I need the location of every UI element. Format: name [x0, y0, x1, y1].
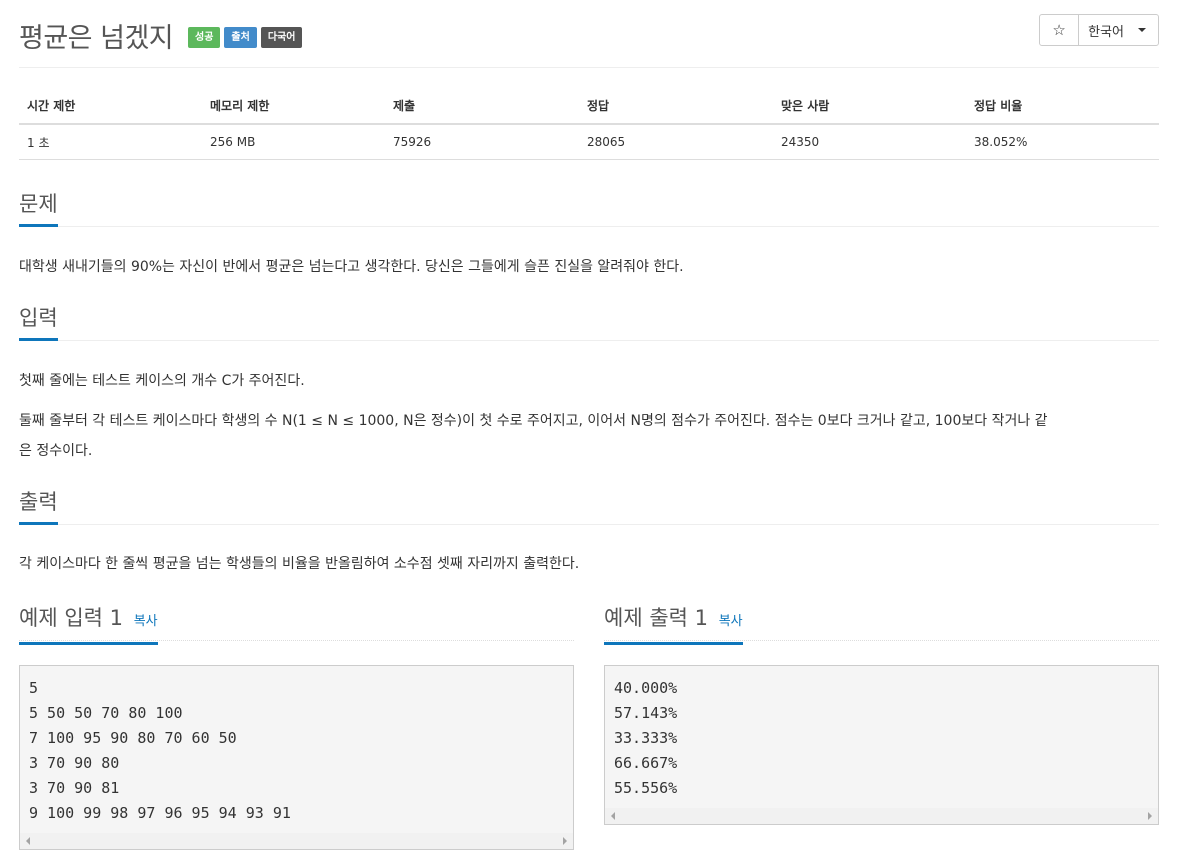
- problem-title: 평균은 넘겠지: [19, 23, 174, 54]
- copy-output-button[interactable]: 복사: [719, 614, 743, 629]
- description-text: 대학생 새내기들의 90%는 자신이 반에서 평균은 넘는다고 생각한다. 당신…: [19, 259, 684, 275]
- problem-page: 평균은 넘겠지 성공 출처 다국어 ☆ 한국어 시간 제한 메모리 제한 제출 …: [0, 0, 1183, 868]
- scroll-left-icon[interactable]: [26, 837, 30, 845]
- sample-input-lines: 5 5 50 50 70 80 100 7 100 95 90 80 70 60…: [20, 666, 573, 826]
- caret-down-icon: [1138, 28, 1146, 32]
- info-value-row: 1 초 256 MB 75926 28065 24350 38.052%: [19, 124, 1159, 160]
- output-text: 각 케이스마다 한 줄씩 평균을 넘는 학생들의 비율을 반올림하여 소수점 셋…: [19, 556, 580, 572]
- language-label: 한국어: [1088, 24, 1124, 40]
- value-accuracy: 38.052%: [966, 124, 1159, 160]
- sample-input-line: 3 70 90 80: [29, 754, 120, 772]
- sample-output-header: 예제 출력 1 복사: [604, 604, 1159, 645]
- sample-input-heading-wrap: 예제 입력 1 복사: [19, 604, 158, 645]
- header-solvers: 맞은 사람: [773, 88, 966, 125]
- info-header-row: 시간 제한 메모리 제한 제출 정답 맞은 사람 정답 비율: [19, 88, 1159, 125]
- input-text-2-line-1: 둘째 줄부터 각 테스트 케이스마다 학생의 수 N(1 ≤ N ≤ 1000,…: [19, 413, 1048, 429]
- input-section-header: 입력: [19, 304, 1159, 341]
- sample-input-box[interactable]: 5 5 50 50 70 80 100 7 100 95 90 80 70 60…: [19, 665, 574, 850]
- copy-input-button[interactable]: 복사: [134, 614, 158, 629]
- header-memory-limit: 메모리 제한: [202, 88, 385, 125]
- sample-output-lines: 40.000% 57.143% 33.333% 66.667% 55.556%: [605, 666, 1158, 801]
- sample-output-line: 40.000%: [614, 679, 678, 697]
- output-section-header: 출력: [19, 488, 1159, 525]
- header-accepted: 정답: [579, 88, 773, 125]
- scroll-right-icon[interactable]: [1148, 812, 1152, 820]
- sample-output-box[interactable]: 40.000% 57.143% 33.333% 66.667% 55.556%: [604, 665, 1159, 825]
- header-time-limit: 시간 제한: [19, 88, 202, 125]
- value-time-limit: 1 초: [19, 124, 202, 160]
- value-solvers: 24350: [773, 124, 966, 160]
- sample-input-line: 7 100 95 90 80 70 60 50: [29, 729, 237, 747]
- success-label[interactable]: 성공: [188, 27, 221, 48]
- sample-output-line: 57.143%: [614, 704, 678, 722]
- horizontal-scrollbar[interactable]: [20, 833, 573, 849]
- sample-input-header: 예제 입력 1 복사: [19, 604, 574, 645]
- sample-input-line: 9 100 99 98 97 96 95 94 93 91: [29, 804, 291, 822]
- sample-output-line: 55.556%: [614, 779, 678, 797]
- description-heading: 문제: [19, 190, 58, 227]
- input-text-1: 첫째 줄에는 테스트 케이스의 개수 C가 주어진다.: [19, 373, 305, 389]
- favorite-button[interactable]: ☆: [1040, 15, 1080, 45]
- sample-input-line: 3 70 90 81: [29, 779, 120, 797]
- problem-info-table: 시간 제한 메모리 제한 제출 정답 맞은 사람 정답 비율 1 초 256 M…: [19, 88, 1159, 160]
- problem-labels: 성공 출처 다국어: [188, 27, 303, 48]
- scroll-right-icon[interactable]: [563, 837, 567, 845]
- value-accepted: 28065: [579, 124, 773, 160]
- sample-input-line: 5 50 50 70 80 100: [29, 704, 183, 722]
- star-icon: ☆: [1052, 21, 1066, 39]
- description-section-header: 문제: [19, 190, 1159, 227]
- horizontal-scrollbar[interactable]: [605, 808, 1158, 824]
- sample-input-heading: 예제 입력 1: [19, 606, 123, 630]
- title-divider: [19, 67, 1159, 68]
- title-row: 평균은 넘겠지 성공 출처 다국어 ☆ 한국어: [19, 14, 1159, 54]
- source-label[interactable]: 출처: [224, 27, 257, 48]
- input-heading: 입력: [19, 304, 58, 341]
- output-heading: 출력: [19, 488, 58, 525]
- value-submissions: 75926: [385, 124, 579, 160]
- input-text-2-line-2: 은 정수이다.: [19, 443, 93, 459]
- sample-output-heading: 예제 출력 1: [604, 606, 708, 630]
- language-dropdown[interactable]: 한국어: [1079, 15, 1158, 45]
- sample-output-line: 66.667%: [614, 754, 678, 772]
- header-accuracy: 정답 비율: [966, 88, 1159, 125]
- header-submissions: 제출: [385, 88, 579, 125]
- multilang-label[interactable]: 다국어: [260, 27, 303, 48]
- sample-output-line: 33.333%: [614, 729, 678, 747]
- scroll-left-icon[interactable]: [611, 812, 615, 820]
- header-button-group: ☆ 한국어: [1039, 14, 1159, 46]
- sample-input-line: 5: [29, 679, 39, 697]
- sample-output-heading-wrap: 예제 출력 1 복사: [604, 604, 743, 645]
- value-memory-limit: 256 MB: [202, 124, 385, 160]
